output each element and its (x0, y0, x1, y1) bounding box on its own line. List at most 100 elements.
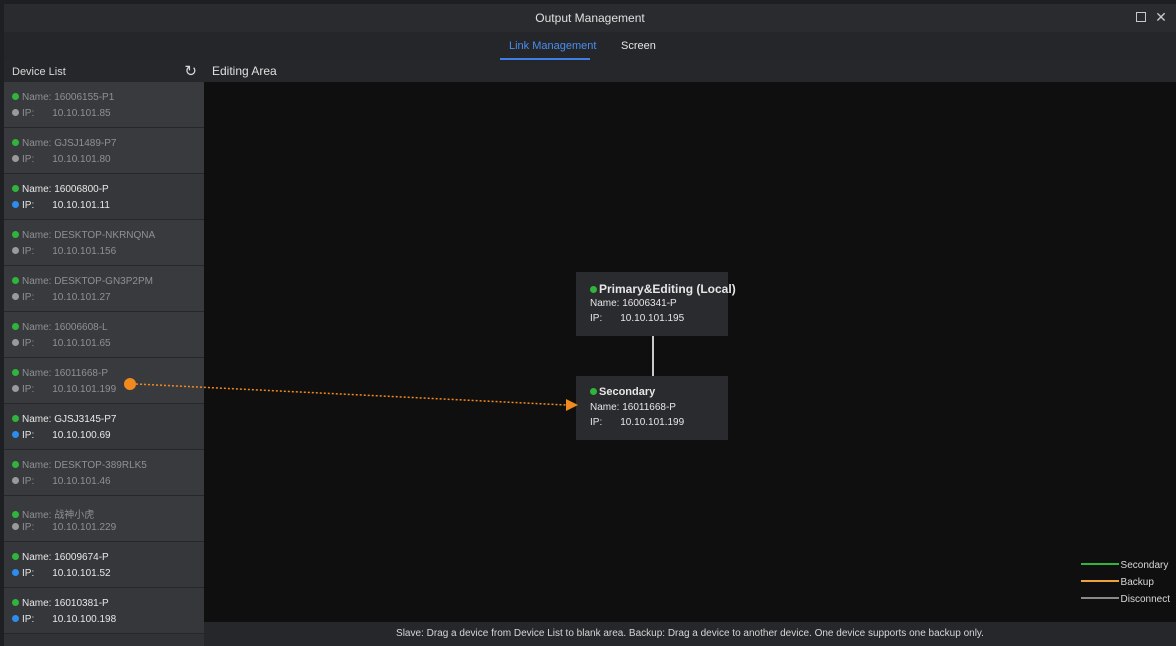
device-name-value: DESKTOP-NKRNQNA (54, 230, 156, 241)
device-ip-label: IP: (22, 200, 35, 211)
device-name-label: Name: (22, 322, 55, 333)
status-dot-icon (12, 415, 19, 422)
device-ip-label: IP: (22, 246, 35, 257)
device-ip-row: IP: 10.10.101.199 (12, 384, 116, 395)
device-ip-value: 10.10.101.11 (52, 200, 110, 211)
status-dot-icon (12, 185, 19, 192)
device-name-label: Name: (22, 368, 55, 379)
device-ip-value: 10.10.101.65 (52, 338, 111, 349)
device-name-row: Name: 16006608-L (12, 322, 108, 333)
ip-status-dot-icon (12, 155, 19, 162)
status-dot-icon (12, 323, 19, 330)
device-ip-value: 10.10.101.156 (52, 246, 117, 257)
device-ip-value: 10.10.101.229 (52, 522, 117, 533)
device-list-item[interactable]: Name: 16010381-P IP: 10.10.100.198 (4, 588, 204, 634)
device-name-row: Name: DESKTOP-GN3P2PM (12, 276, 153, 287)
device-name-value: 16011668-P (54, 368, 108, 379)
device-name-label: Name: (22, 510, 55, 521)
device-ip-value: 10.10.101.52 (52, 568, 111, 579)
device-list-item[interactable]: Name: 16011668-P IP: 10.10.101.199 (4, 358, 204, 404)
device-list-item[interactable]: Name: GJSJ3145-P7 IP: 10.10.100.69 (4, 404, 204, 450)
device-list-item[interactable]: Name: 16006608-L IP: 10.10.101.65 (4, 312, 204, 358)
device-name-row: Name: DESKTOP-NKRNQNA (12, 230, 155, 241)
device-ip-label: IP: (22, 568, 35, 579)
primary-device-node[interactable]: Primary&Editing (Local) Name: 16006341-P… (576, 272, 736, 336)
editing-area-title: Editing Area (212, 64, 277, 78)
status-dot-icon (12, 277, 19, 284)
device-list-item[interactable]: Name: 16009674-P IP: 10.10.101.52 (4, 542, 204, 588)
device-name-row: Name: 战神小虎 (12, 506, 94, 521)
device-list-item[interactable]: Name: 16006800-P IP: 10.10.101.11 (4, 174, 204, 220)
legend-swatch (1080, 597, 1119, 599)
device-ip-label: IP: (22, 108, 35, 119)
device-list-item[interactable]: Name: DESKTOP-389RLK5 IP: 10.10.101.46 (4, 450, 204, 496)
active-tab-indicator (500, 58, 590, 60)
ip-status-dot-icon (12, 247, 19, 254)
device-name-row: Name: 16011668-P (12, 368, 108, 379)
device-list-item[interactable]: Name: GJSJ1489-P7 IP: 10.10.101.80 (4, 128, 204, 174)
maximize-icon[interactable] (1132, 8, 1150, 26)
legend-swatch (1080, 580, 1119, 582)
status-dot-icon (12, 599, 19, 606)
device-ip-value: 10.10.101.80 (52, 154, 111, 165)
tab-bar: Link Management Screen (4, 32, 1176, 61)
device-name-value: 战神小虎 (54, 510, 95, 521)
secondary-link-line (652, 336, 654, 376)
close-icon[interactable]: ✕ (1152, 8, 1170, 26)
primary-node-title: Primary&Editing (Local) (590, 282, 736, 296)
device-ip-row: IP: 10.10.101.11 (12, 200, 110, 211)
device-list-title: Device List (12, 66, 66, 78)
device-name-value: GJSJ1489-P7 (54, 138, 117, 149)
editing-canvas[interactable]: Primary&Editing (Local) Name: 16006341-P… (204, 82, 1176, 622)
refresh-icon[interactable]: ↻ (184, 62, 197, 80)
device-ip-label: IP: (22, 154, 35, 165)
device-name-label: Name: (22, 460, 55, 471)
device-ip-label: IP: (22, 384, 35, 395)
device-ip-row: IP: 10.10.101.85 (12, 108, 111, 119)
tab-link-management[interactable]: Link Management (509, 40, 596, 52)
device-name-label: Name: (22, 184, 55, 195)
device-ip-label: IP: (22, 338, 35, 349)
device-ip-value: 10.10.100.69 (52, 430, 111, 441)
device-ip-label: IP: (22, 430, 35, 441)
device-list-item[interactable]: Name: 战神小虎 IP: 10.10.101.229 (4, 496, 204, 542)
device-name-value: DESKTOP-GN3P2PM (54, 276, 153, 287)
device-ip-label: IP: (22, 522, 35, 533)
device-name-row: Name: GJSJ1489-P7 (12, 138, 117, 149)
device-ip-row: IP: 10.10.101.52 (12, 568, 111, 579)
secondary-node-title: Secondary (590, 386, 655, 398)
status-dot-icon (12, 139, 19, 146)
device-name-row: Name: 16010381-P (12, 598, 109, 609)
ip-status-dot-icon (12, 385, 19, 392)
device-name-label: Name: (22, 230, 55, 241)
status-dot-icon (12, 93, 19, 100)
tab-screen[interactable]: Screen (621, 40, 656, 52)
secondary-node-name: Name: 16011668-P (590, 402, 676, 413)
device-ip-row: IP: 10.10.101.80 (12, 154, 111, 165)
status-dot-icon (12, 461, 19, 468)
hint-bar: Slave: Drag a device from Device List to… (204, 622, 1176, 646)
secondary-device-node[interactable]: Secondary Name: 16011668-P IP: 10.10.101.… (576, 376, 728, 440)
device-ip-row: IP: 10.10.101.156 (12, 246, 116, 257)
device-name-label: Name: (22, 276, 55, 287)
editing-area-header: Editing Area (204, 61, 1176, 82)
device-name-value: 16006155-P1 (54, 92, 115, 103)
device-list-item[interactable]: Name: DESKTOP-NKRNQNA IP: 10.10.101.156 (4, 220, 204, 266)
device-list-item[interactable]: Name: 16006155-P1 IP: 10.10.101.85 (4, 82, 204, 128)
device-ip-row: IP: 10.10.100.69 (12, 430, 111, 441)
secondary-node-ip: IP: 10.10.101.199 (590, 417, 685, 428)
device-list-header: Device List ↻ (4, 61, 204, 82)
status-dot-icon (12, 369, 19, 376)
device-ip-row: IP: 10.10.101.229 (12, 522, 116, 533)
device-list-panel: Device List ↻ Name: 16006155-P1 IP: 10.10.… (4, 61, 204, 646)
device-name-row: Name: GJSJ3145-P7 (12, 414, 117, 425)
window-title: Output Management (535, 11, 645, 25)
device-name-row: Name: DESKTOP-389RLK5 (12, 460, 147, 471)
device-ip-value: 10.10.101.85 (52, 108, 111, 119)
device-ip-row: IP: 10.10.100.198 (12, 614, 116, 625)
device-name-label: Name: (22, 92, 55, 103)
device-list-item[interactable]: Name: DESKTOP-GN3P2PM IP: 10.10.101.27 (4, 266, 204, 312)
ip-status-dot-icon (12, 615, 19, 622)
title-bar[interactable]: Output Management ✕ (4, 4, 1176, 32)
device-name-row: Name: 16006155-P1 (12, 92, 114, 103)
